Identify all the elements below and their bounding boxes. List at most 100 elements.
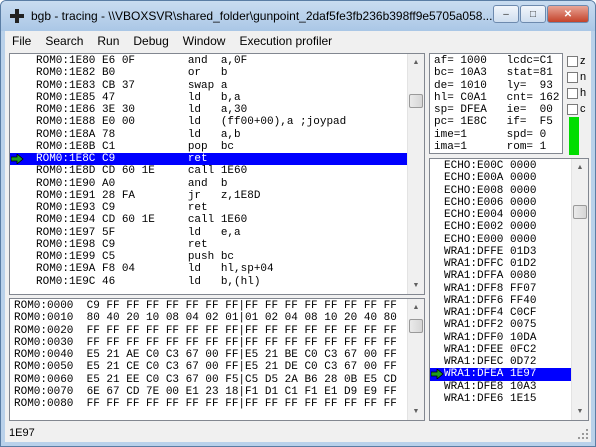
flag-n-checkbox[interactable] — [567, 71, 578, 83]
register-row[interactable]: sp= DFEA ie= 00 — [434, 104, 559, 116]
stack-row[interactable]: WRA1:DFEC 0D72 — [430, 356, 572, 368]
disassembly-row-text: ROM0:1E83 CB 37 swap a — [36, 79, 228, 92]
stack-row[interactable]: WRA1:DFE8 10A3 — [430, 381, 572, 393]
register-row[interactable]: af= 1000 lcdc=C1 — [434, 55, 559, 67]
memory-row[interactable]: ROM0:0060 E5 21 EE C0 C3 67 00 F5|C5 D5 … — [14, 374, 404, 386]
disassembly-row[interactable]: ROM0:1E97 5F ld e,a — [10, 227, 408, 239]
stack-row[interactable]: WRA1:DFE6 1E15 — [430, 393, 572, 405]
scroll-up-icon[interactable]: ▲ — [408, 54, 424, 71]
scroll-down-icon[interactable]: ▼ — [408, 277, 424, 294]
disassembly-pane[interactable]: ROM0:1E80 E6 0F and a,0F ROM0:1E82 B0 or … — [9, 53, 425, 295]
memory-row[interactable]: ROM0:0030 FF FF FF FF FF FF FF FF|FF FF … — [14, 337, 404, 349]
current-pc-arrow-icon — [431, 369, 444, 380]
memory-row[interactable]: ROM0:0070 6E 67 CD 7E 00 E1 23 18|F1 D1 … — [14, 386, 404, 398]
flag-z-label: z — [580, 55, 586, 67]
disassembly-row[interactable]: ROM0:1E94 CD 60 1E call 1E60 — [10, 214, 408, 226]
flag-c-checkbox[interactable] — [567, 103, 578, 115]
disassembly-row[interactable]: ROM0:1E8B C1 pop bc — [10, 141, 408, 153]
stack-row[interactable]: WRA1:DFF0 10DA — [430, 332, 572, 344]
resize-grip-icon[interactable] — [577, 428, 589, 440]
disassembly-row[interactable]: ROM0:1E82 B0 or b — [10, 67, 408, 79]
stack-row-text: ECHO:E000 0000 — [444, 233, 537, 246]
memory-row[interactable]: ROM0:0000 C9 FF FF FF FF FF FF FF|FF FF … — [14, 300, 404, 312]
disassembly-row-text: ROM0:1E85 47 ld b,a — [36, 91, 241, 104]
disassembly-scroll-thumb[interactable] — [409, 94, 423, 108]
registers-pane[interactable]: af= 1000 lcdc=C1 bc= 10A3 stat=81 de= 1010… — [429, 53, 563, 154]
disassembly-row[interactable]: ROM0:1E9C 46 ld b,(hl) — [10, 276, 408, 288]
disassembly-row[interactable]: ROM0:1E85 47 ld b,a — [10, 92, 408, 104]
stack-scroll-thumb[interactable] — [573, 205, 587, 219]
memory-pane[interactable]: ROM0:0000 C9 FF FF FF FF FF FF FF|FF FF … — [9, 298, 425, 421]
maximize-button[interactable]: □ — [520, 5, 546, 23]
scroll-up-icon[interactable]: ▲ — [408, 299, 424, 316]
disassembly-row[interactable]: ROM0:1E80 E6 0F and a,0F — [10, 55, 408, 67]
memory-row[interactable]: ROM0:0040 E5 21 AE C0 C3 67 00 FF|E5 21 … — [14, 349, 404, 361]
disassembly-row[interactable]: ROM0:1E88 E0 00 ld (ff00+00),a ;joypad — [10, 116, 408, 128]
memory-row[interactable]: ROM0:0080 FF FF FF FF FF FF FF FF|FF FF … — [14, 398, 404, 410]
flag-z-checkbox[interactable] — [567, 55, 578, 67]
stack-row[interactable]: WRA1:DFF2 0075 — [430, 319, 572, 331]
scroll-down-icon[interactable]: ▼ — [572, 403, 588, 420]
stack-row[interactable]: ECHO:E002 0000 — [430, 221, 572, 233]
stack-row[interactable]: WRA1:DFFE 01D3 — [430, 246, 572, 258]
flag-h-checkbox[interactable] — [567, 87, 578, 99]
disassembly-row-text: ROM0:1E8B C1 pop bc — [36, 140, 235, 153]
disassembly-row[interactable]: ROM0:1E91 28 FA jr z,1E8D — [10, 190, 408, 202]
disassembly-row[interactable]: ROM0:1E90 A0 and b — [10, 178, 408, 190]
memory-row[interactable]: ROM0:0020 FF FF FF FF FF FF FF FF|FF FF … — [14, 325, 404, 337]
disassembly-row[interactable]: ROM0:1E8D CD 60 1E call 1E60 — [10, 165, 408, 177]
disassembly-row-selected[interactable]: ROM0:1E8C C9 ret — [10, 153, 408, 166]
stack-row[interactable]: WRA1:DFF6 FF40 — [430, 295, 572, 307]
stack-row[interactable]: ECHO:E008 0000 — [430, 185, 572, 197]
stack-row[interactable]: ECHO:E006 0000 — [430, 197, 572, 209]
flag-c-label: c — [580, 103, 586, 115]
memory-row[interactable]: ROM0:0050 E5 21 CE C0 C3 67 00 FF|E5 21 … — [14, 361, 404, 373]
minimize-button[interactable]: – — [493, 5, 519, 23]
scroll-up-icon[interactable]: ▲ — [572, 159, 588, 176]
stack-row-text: WRA1:DFFC 01D2 — [444, 258, 537, 270]
register-row[interactable]: hl= C0A1 cnt= 162 — [434, 92, 559, 104]
register-row[interactable]: pc= 1E8C if= F5 — [434, 116, 559, 128]
disassembly-row-text: ROM0:1E8A 78 ld a,b — [36, 128, 241, 141]
disassembly-row[interactable]: ROM0:1E83 CB 37 swap a — [10, 80, 408, 92]
stack-row[interactable]: ECHO:E004 0000 — [430, 209, 572, 221]
memory-scroll-thumb[interactable] — [409, 319, 423, 333]
register-row[interactable]: ime=1 spd= 0 — [434, 129, 559, 141]
register-row-text: ime=1 spd= 0 — [434, 128, 547, 141]
disassembly-row[interactable]: ROM0:1E98 C9 ret — [10, 239, 408, 251]
memory-row[interactable]: ROM0:0010 80 40 20 10 08 04 02 01|01 02 … — [14, 312, 404, 324]
stack-row-text: ECHO:E002 0000 — [444, 221, 537, 234]
title-bar[interactable]: bgb - tracing - \\VBOXSVR\shared_folder\… — [1, 1, 595, 31]
stack-scrollbar[interactable]: ▲ ▼ — [571, 159, 588, 420]
stack-row[interactable]: ECHO:E000 0000 — [430, 234, 572, 246]
disassembly-row[interactable]: ROM0:1E93 C9 ret — [10, 202, 408, 214]
disassembly-row[interactable]: ROM0:1E86 3E 30 ld a,30 — [10, 104, 408, 116]
stack-row[interactable]: WRA1:DFEE 0FC2 — [430, 344, 572, 356]
close-button[interactable]: ✕ — [547, 5, 589, 23]
disassembly-row[interactable]: ROM0:1E99 C5 push bc — [10, 251, 408, 263]
stack-row-text: WRA1:DFF2 0075 — [444, 319, 537, 332]
stack-row-selected[interactable]: WRA1:DFEA 1E97 — [430, 368, 572, 381]
stack-row[interactable]: WRA1:DFF8 FF07 — [430, 283, 572, 295]
menu-window[interactable]: Window — [176, 34, 233, 48]
stack-row[interactable]: ECHO:E00C 0000 — [430, 160, 572, 172]
menu-search[interactable]: Search — [38, 34, 90, 48]
memory-scrollbar[interactable]: ▲ ▼ — [407, 299, 424, 420]
menu-execution-profiler[interactable]: Execution profiler — [232, 34, 339, 48]
register-row[interactable]: de= 1010 ly= 93 — [434, 80, 559, 92]
stack-row-text: ECHO:E00A 0000 — [444, 172, 537, 185]
menu-file[interactable]: File — [5, 34, 38, 48]
disassembly-scrollbar[interactable]: ▲ ▼ — [407, 54, 424, 294]
disassembly-row[interactable]: ROM0:1E9A F8 04 ld hl,sp+04 — [10, 263, 408, 275]
stack-row[interactable]: WRA1:DFFC 01D2 — [430, 258, 572, 270]
stack-row[interactable]: ECHO:E00A 0000 — [430, 172, 572, 184]
scroll-down-icon[interactable]: ▼ — [408, 403, 424, 420]
stack-pane[interactable]: ECHO:E00C 0000 ECHO:E00A 0000 ECHO:E008 00… — [429, 158, 589, 421]
stack-row[interactable]: WRA1:DFFA 0080 — [430, 270, 572, 282]
disassembly-row[interactable]: ROM0:1E8A 78 ld a,b — [10, 129, 408, 141]
menu-debug[interactable]: Debug — [126, 34, 175, 48]
register-row[interactable]: bc= 10A3 stat=81 — [434, 67, 559, 79]
register-row[interactable]: ima=1 rom= 1 — [434, 141, 559, 153]
stack-row[interactable]: WRA1:DFF4 C0CF — [430, 307, 572, 319]
menu-run[interactable]: Run — [90, 34, 126, 48]
